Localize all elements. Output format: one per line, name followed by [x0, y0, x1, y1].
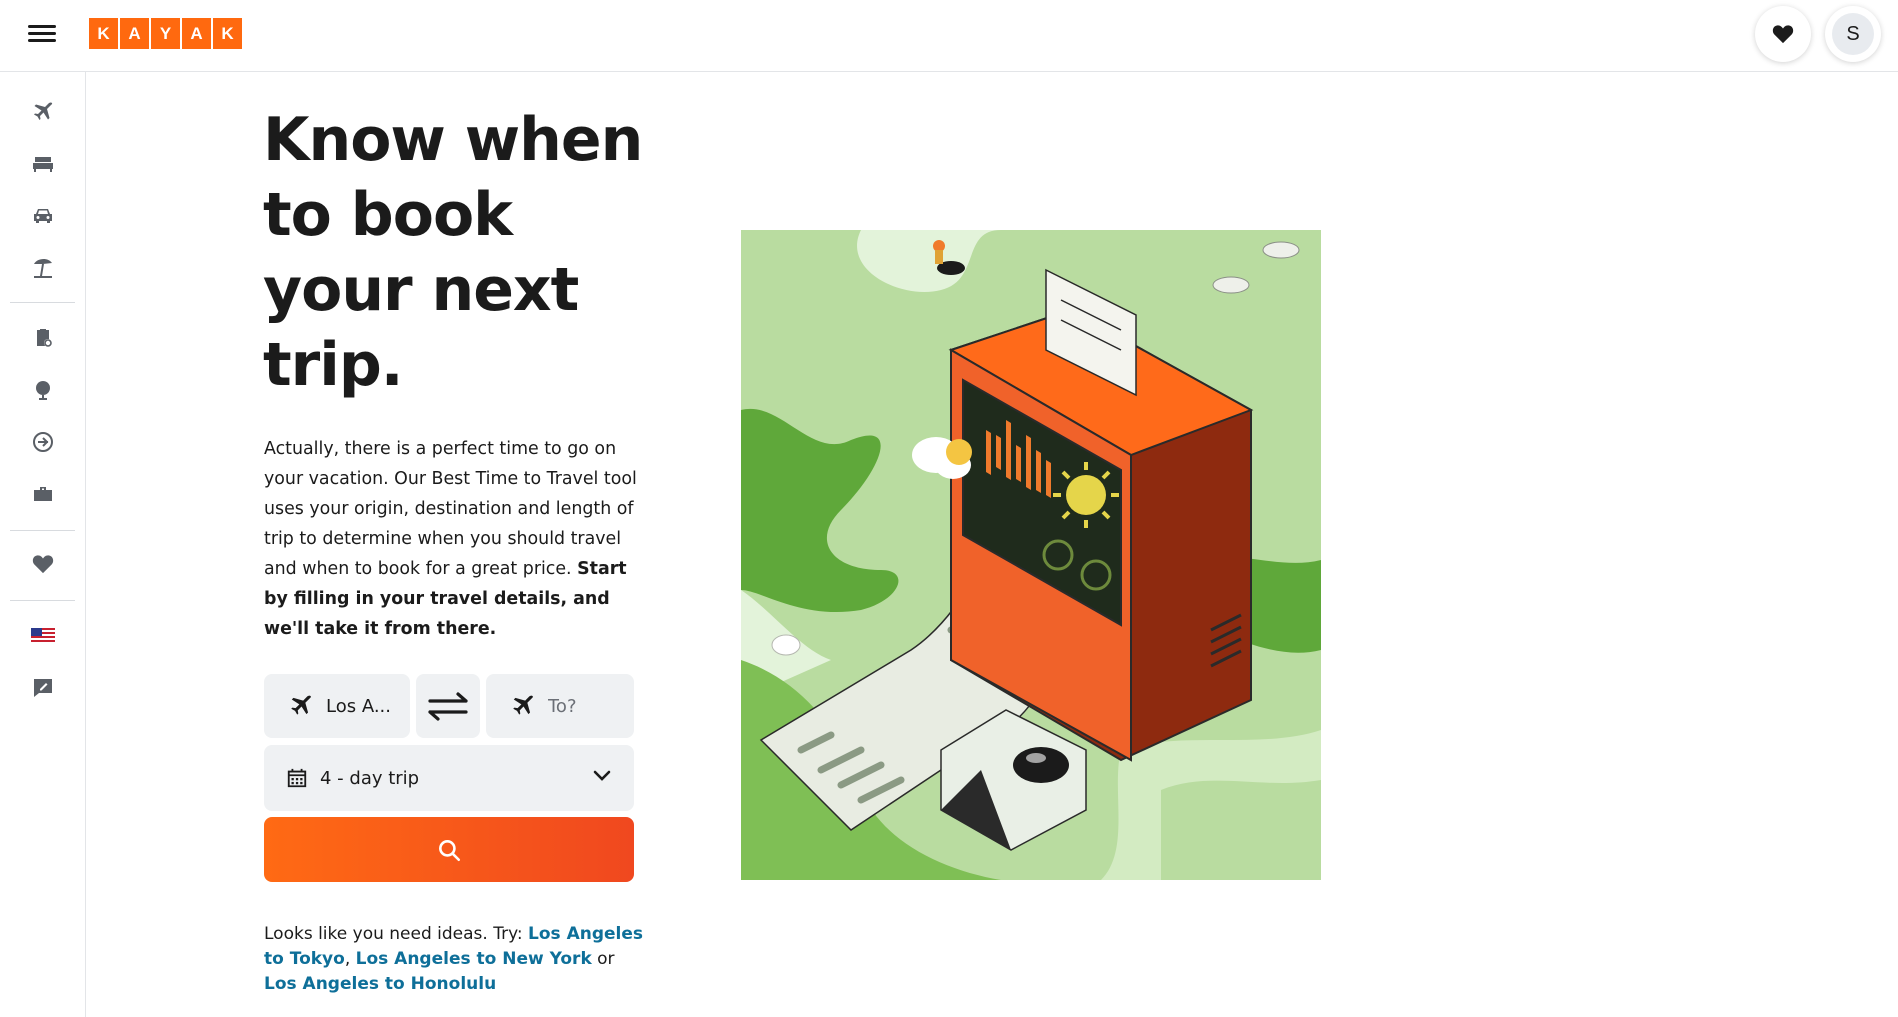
nav-explore[interactable]	[27, 374, 59, 406]
travel-machine-illustration	[741, 230, 1321, 880]
hero-illustration	[741, 230, 1321, 880]
globe-icon	[36, 381, 50, 400]
flight-icon	[291, 695, 311, 715]
ideas-prefix: Looks like you need ideas. Try:	[264, 924, 523, 944]
nav-packages[interactable]	[27, 252, 59, 284]
heart-icon	[32, 555, 54, 574]
rail-divider	[10, 530, 75, 531]
headline-line: your next	[263, 255, 579, 325]
heart-icon	[1772, 25, 1794, 44]
chevron-down-icon	[593, 770, 611, 781]
rail-divider	[10, 600, 75, 601]
rail-divider	[10, 302, 75, 303]
us-flag-icon	[31, 628, 55, 644]
avatar: S	[1832, 13, 1874, 55]
swap-locations-button[interactable]	[416, 674, 480, 738]
hamburger-icon[interactable]	[28, 22, 56, 46]
nav-trips[interactable]	[27, 322, 59, 354]
nav-business[interactable]	[27, 478, 59, 510]
ideas-separator: or	[597, 949, 615, 969]
nav-favorites[interactable]	[27, 548, 59, 580]
swap-arrows-icon	[428, 692, 468, 721]
logo-letter: A	[120, 18, 149, 49]
briefcase-icon	[34, 487, 52, 501]
page-title: Know when to book your next trip.	[263, 103, 663, 403]
flight-icon	[34, 102, 53, 120]
beach-umbrella-icon	[34, 258, 52, 278]
search-button[interactable]	[264, 817, 634, 882]
origin-field[interactable]: Los A...	[264, 674, 410, 738]
nav-flight-tracker[interactable]	[27, 426, 59, 458]
nav-language[interactable]	[27, 620, 59, 652]
feedback-icon	[34, 679, 52, 697]
origin-value: Los A...	[326, 695, 391, 717]
logo-letter: K	[89, 18, 118, 49]
ideas-text: Looks like you need ideas. Try: Los Ange…	[264, 922, 644, 997]
headline-line: trip.	[263, 330, 404, 400]
account-button[interactable]: S	[1825, 6, 1881, 62]
logo-letter: K	[213, 18, 242, 49]
idea-link-honolulu[interactable]: Los Angeles to Honolulu	[264, 974, 496, 994]
flight-tracker-icon	[33, 432, 53, 452]
hotel-icon	[33, 157, 53, 172]
ideas-separator: ,	[344, 949, 351, 969]
intro-text: Actually, there is a perfect time to go …	[264, 439, 637, 579]
car-icon	[34, 209, 52, 223]
trip-length-value: 4 - day trip	[320, 767, 420, 789]
nav-stays[interactable]	[27, 148, 59, 180]
flight-icon	[513, 695, 533, 715]
clipboard-icon	[37, 329, 52, 347]
trip-length-select[interactable]: 4 - day trip	[264, 745, 634, 811]
nav-flights[interactable]	[27, 96, 59, 128]
side-navigation	[0, 72, 86, 1017]
destination-placeholder: To?	[548, 695, 577, 717]
top-bar: K A Y A K S	[0, 0, 1898, 72]
headline-line: to book	[263, 180, 513, 250]
search-icon	[439, 839, 461, 861]
kayak-logo[interactable]: K A Y A K	[89, 18, 242, 49]
logo-letter: Y	[151, 18, 180, 49]
intro-paragraph: Actually, there is a perfect time to go …	[264, 434, 644, 644]
logo-letter: A	[182, 18, 211, 49]
favorites-button[interactable]	[1755, 6, 1811, 62]
nav-feedback[interactable]	[27, 672, 59, 704]
calendar-icon	[287, 768, 307, 788]
idea-link-new-york[interactable]: Los Angeles to New York	[356, 949, 592, 969]
destination-field[interactable]: To?	[486, 674, 634, 738]
headline-line: Know when	[263, 105, 643, 175]
nav-cars[interactable]	[27, 200, 59, 232]
